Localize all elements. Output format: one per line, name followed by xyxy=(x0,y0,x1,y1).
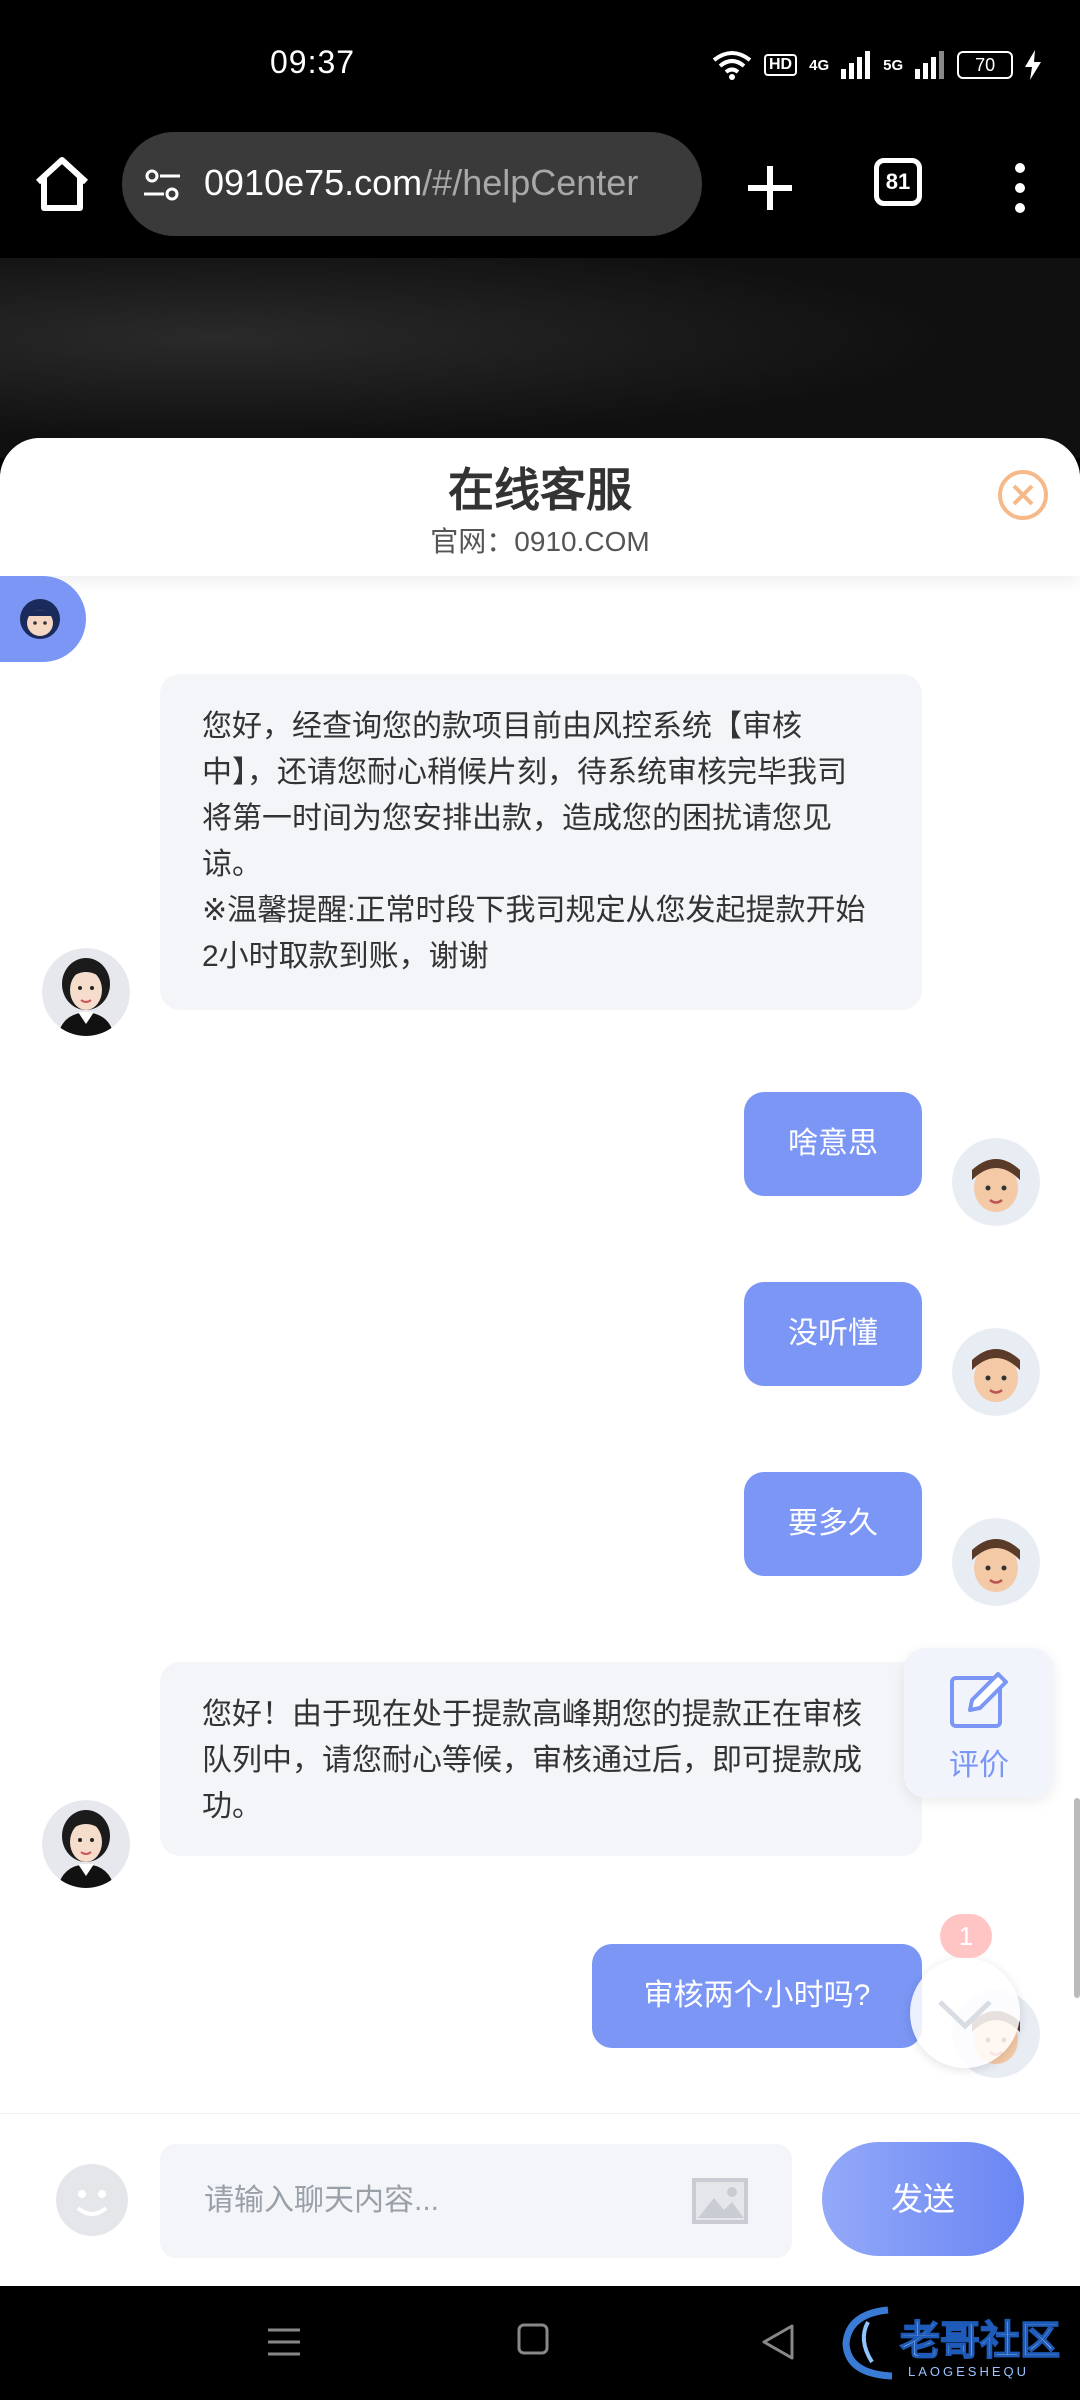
signal-icon xyxy=(841,51,871,79)
edit-icon xyxy=(950,1672,1008,1728)
watermark-logo: 老哥社区 LAOGESHEQU xyxy=(842,2306,1061,2380)
home-icon[interactable] xyxy=(30,152,94,216)
status-bar: 09:37 HD 4G 5G 70 xyxy=(0,0,1080,130)
close-icon[interactable] xyxy=(996,468,1050,522)
message-line: 您好，经查询您的款项目前由风控系统【审核 xyxy=(202,710,802,743)
message-line: 中】，还请您耐心稍候片刻，待系统审核完毕我司 xyxy=(202,756,847,789)
agent-message: 您好，经查询您的款项目前由风控系统【审核 中】，还请您耐心稍候片刻，待系统审核完… xyxy=(160,674,922,1010)
message-list[interactable]: 您好，经查询您的款项目前由风控系统【审核 中】，还请您耐心稍候片刻，待系统审核完… xyxy=(0,438,1080,2113)
agent-avatar-icon xyxy=(20,599,60,639)
scroll-to-bottom-button[interactable] xyxy=(910,1958,1020,2068)
scrollbar-thumb[interactable] xyxy=(1074,1798,1080,1998)
message-line: 您好！由于现在处于提款高峰期您的提款正在审核 xyxy=(202,1698,862,1731)
recent-apps-icon[interactable] xyxy=(264,2322,304,2362)
message-line: 功。 xyxy=(202,1790,262,1823)
status-time: 09:37 xyxy=(270,44,356,80)
chevron-down-icon xyxy=(938,2000,992,2030)
message-line: ※温馨提醒:正常时段下我司规定从您发起提款开始 xyxy=(202,894,866,927)
hd-voice-indicator: HD xyxy=(764,54,798,76)
composer: 发送 xyxy=(0,2113,1080,2286)
system-nav-bar: 老哥社区 LAOGESHEQU xyxy=(0,2286,1080,2400)
signal-icon xyxy=(915,51,945,79)
image-icon[interactable] xyxy=(690,2176,750,2226)
message-line: 队列中，请您耐心等候，审核通过后，即可提款成 xyxy=(202,1744,862,1777)
user-avatar xyxy=(952,1518,1040,1606)
agent-message: 您好！由于现在处于提款高峰期您的提款正在审核 队列中，请您耐心等候，审核通过后，… xyxy=(160,1662,922,1856)
message-line: 谅。 xyxy=(202,848,262,881)
chat-header: 在线客服 官网：0910.COM xyxy=(0,438,1080,576)
user-avatar xyxy=(952,1328,1040,1416)
svg-text:LAOGESHEQU: LAOGESHEQU xyxy=(908,2364,1029,2379)
url-path: /#/helpCenter xyxy=(422,162,639,203)
user-message: 没听懂 xyxy=(744,1282,922,1386)
menu-icon[interactable] xyxy=(1000,158,1040,218)
chat-panel: 在线客服 官网：0910.COM 您好，经查询您的款项目前由风控系统【审核 中】… xyxy=(0,438,1080,2286)
user-avatar xyxy=(952,1138,1040,1226)
battery-indicator: 70 xyxy=(957,51,1014,79)
agent-shortcut-button[interactable] xyxy=(0,576,86,662)
charging-icon xyxy=(1025,50,1042,80)
send-button[interactable]: 发送 xyxy=(822,2142,1024,2256)
page-backdrop xyxy=(0,258,1080,458)
network-type-2: 5G xyxy=(883,56,904,74)
home-nav-icon[interactable] xyxy=(516,2322,550,2356)
browser-toolbar: 0910e75.com/#/helpCenter 81 xyxy=(0,130,1080,258)
network-type-1: 4G xyxy=(809,56,830,74)
chat-subtitle: 官网：0910.COM xyxy=(430,526,650,557)
rate-button[interactable]: 评价 xyxy=(904,1648,1054,1798)
unread-badge: 1 xyxy=(940,1914,992,1958)
status-icons: HD 4G 5G 70 xyxy=(712,48,1042,82)
user-message: 要多久 xyxy=(744,1472,922,1576)
url-domain: 0910e75.com xyxy=(204,162,423,203)
site-settings-icon[interactable] xyxy=(142,165,182,205)
rate-label: 评价 xyxy=(949,1749,1009,1782)
plus-icon[interactable] xyxy=(740,158,800,218)
message-line: 2小时取款到账，谢谢 xyxy=(202,940,489,973)
agent-avatar xyxy=(42,948,130,1036)
address-bar[interactable]: 0910e75.com/#/helpCenter xyxy=(122,132,702,236)
tab-switcher-button[interactable]: 81 xyxy=(874,158,922,206)
emoji-icon[interactable] xyxy=(56,2164,128,2236)
wifi-icon xyxy=(712,51,752,80)
message-line: 将第一时间为您安排出款，造成您的困扰请您见 xyxy=(202,802,832,835)
url-text[interactable]: 0910e75.com/#/helpCenter xyxy=(204,162,638,204)
user-message: 啥意思 xyxy=(744,1092,922,1196)
back-icon[interactable] xyxy=(760,2322,796,2362)
chat-title: 在线客服 xyxy=(448,464,632,516)
svg-text:老哥社区: 老哥社区 xyxy=(900,2319,1060,2363)
agent-avatar xyxy=(42,1800,130,1888)
user-message: 审核两个小时吗? xyxy=(592,1944,922,2048)
